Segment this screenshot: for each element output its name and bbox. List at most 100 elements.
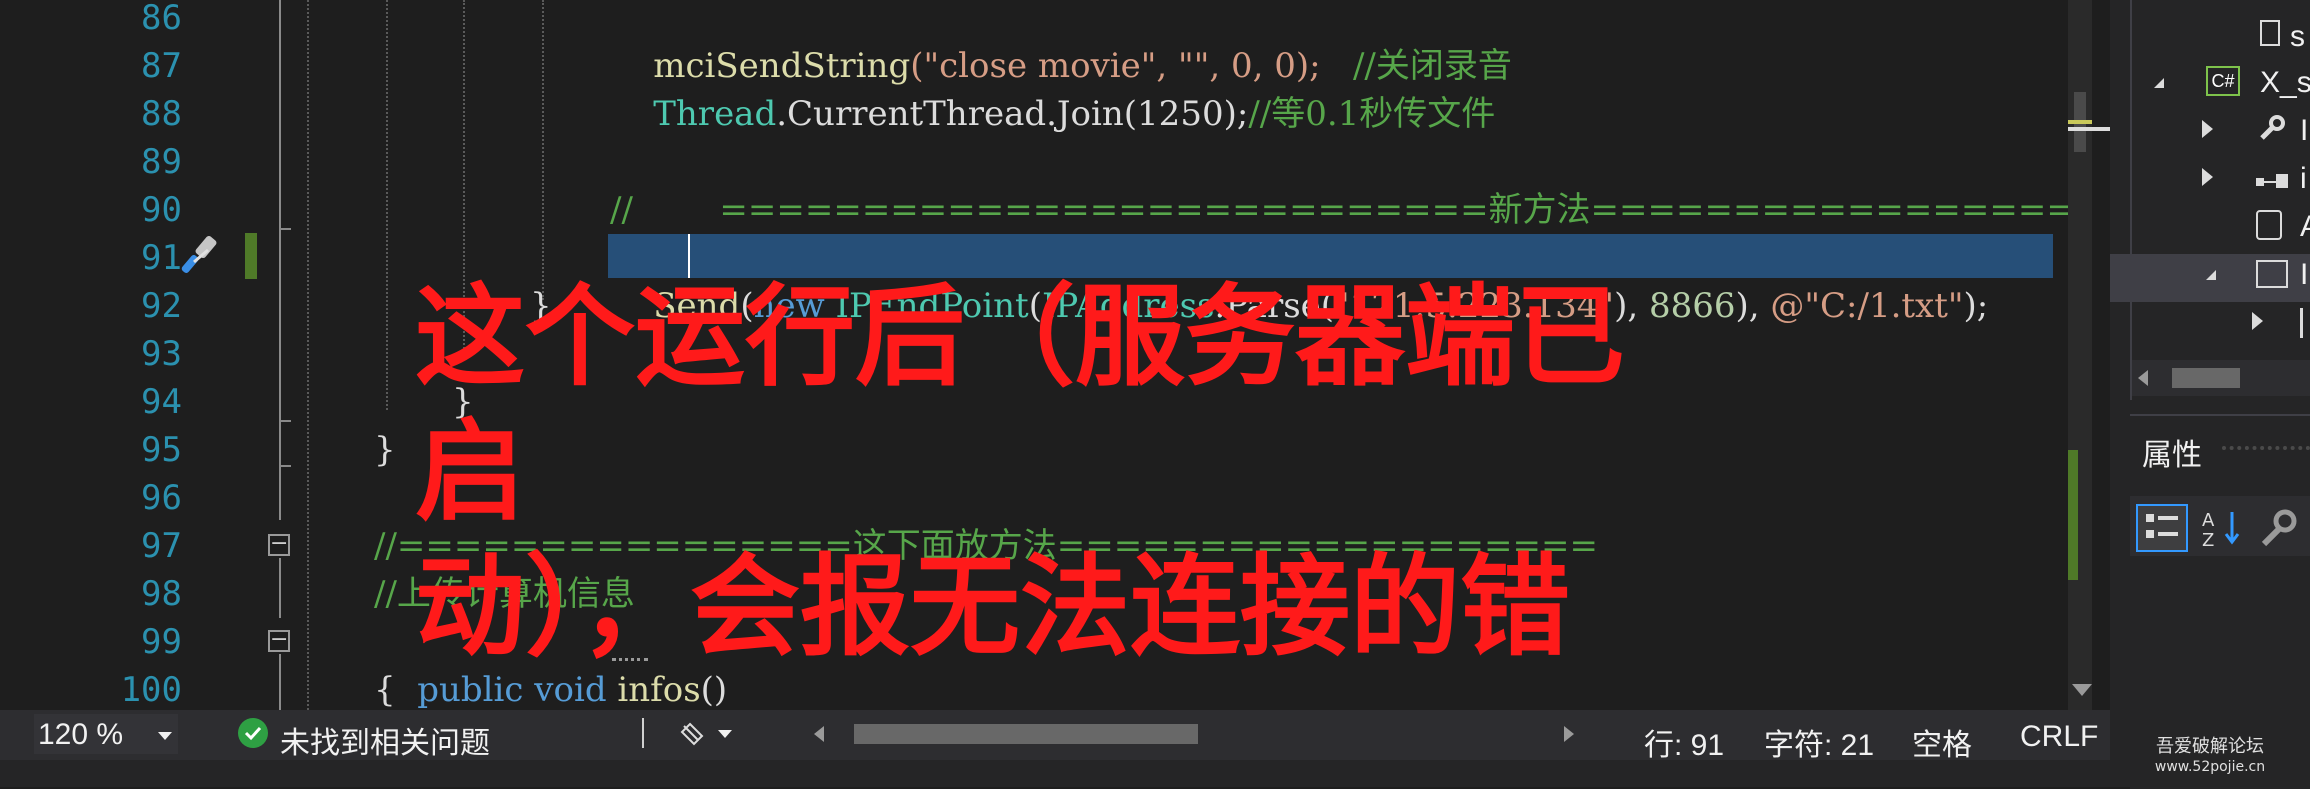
- code-token: Thread: [653, 94, 777, 134]
- watermark-url: www.52pojie.cn: [2154, 759, 2266, 775]
- explorer-horizontal-scrollbar[interactable]: [2132, 360, 2310, 396]
- code-token: .CurrentThread.Join(1250);: [776, 94, 1249, 134]
- line-number: 93: [141, 334, 182, 374]
- check-circle-icon: [238, 718, 268, 748]
- tree-item[interactable]: I: [2110, 110, 2310, 158]
- categorized-icon[interactable]: [2136, 504, 2188, 552]
- editor-status-bar: 120 % 未找到相关问题 行: 91 字符: 21 空格 CRLF: [0, 710, 2110, 762]
- code-cleanup-button[interactable]: [680, 716, 740, 750]
- code-line-95: }: [374, 430, 396, 470]
- horizontal-scroll-thumb[interactable]: [854, 724, 1198, 744]
- line-number: 92: [141, 286, 182, 326]
- fold-line-tick: [279, 465, 291, 467]
- line-number: 97: [141, 526, 182, 566]
- tree-item[interactable]: i: [2110, 158, 2310, 206]
- code-keyword: public: [417, 670, 524, 710]
- collapse-toggle[interactable]: −: [268, 629, 290, 652]
- tree-item-label: I: [2300, 114, 2309, 147]
- code-line-90: // ===========================新方法=======…: [610, 190, 2090, 230]
- zoom-dropdown[interactable]: 120 %: [34, 714, 178, 754]
- issues-text: 未找到相关问题: [280, 727, 490, 760]
- line-number: 91: [141, 238, 182, 278]
- code-line-87: Thread.CurrentThread.Join(1250);//等0.1秒传…: [610, 42, 1495, 186]
- explorer-scroll-thumb[interactable]: [2172, 368, 2240, 388]
- property-pages-icon[interactable]: [2256, 506, 2302, 550]
- properties-title: 属性: [2142, 439, 2202, 472]
- solution-explorer-panel: s C# X_s I i A I 属性: [2110, 0, 2310, 789]
- fold-line-tick: [279, 228, 291, 230]
- divider: [642, 718, 644, 748]
- config-file-icon: [2256, 210, 2282, 240]
- line-indicator[interactable]: 行: 91: [1644, 720, 1724, 764]
- indentation-indicator[interactable]: 空格: [1912, 720, 1972, 764]
- code-token: );: [1963, 286, 1989, 326]
- tree-item-selected[interactable]: I: [2110, 254, 2310, 302]
- svg-text:Z: Z: [2202, 530, 2214, 550]
- line-number: 100: [120, 670, 182, 710]
- line-ending-indicator[interactable]: CRLF: [2020, 720, 2098, 754]
- scroll-left-icon[interactable]: [2138, 370, 2148, 386]
- line-number: 96: [141, 478, 182, 518]
- line-number: 87: [141, 46, 182, 86]
- tree-item-project[interactable]: C# X_s: [2110, 62, 2310, 110]
- annotation-line-2: 动），会报无法连接的错: [415, 543, 1570, 671]
- collapse-toggle[interactable]: −: [268, 533, 290, 556]
- watermark: 吾爱破解论坛 www.52pojie.cn: [2110, 736, 2310, 776]
- wrench-icon: [2256, 114, 2286, 144]
- line-number: 86: [141, 0, 182, 38]
- tree-item-label: I: [2300, 258, 2309, 291]
- tree-item-label: X_s: [2260, 66, 2310, 99]
- scroll-down-icon[interactable]: [2072, 684, 2092, 696]
- tree-item[interactable]: A: [2110, 206, 2310, 254]
- expanded-arrow-icon[interactable]: [2154, 78, 2164, 88]
- references-icon: [2256, 166, 2290, 188]
- line-number: 94: [141, 382, 182, 422]
- alphabetical-sort-icon[interactable]: AZ: [2200, 506, 2246, 551]
- zoom-value: 120 %: [38, 718, 124, 751]
- code-token: infos: [606, 670, 701, 710]
- code-token: ),: [1735, 286, 1771, 326]
- scroll-right-icon[interactable]: [1564, 726, 1574, 742]
- title-grip: [2222, 446, 2310, 450]
- broom-icon: [680, 720, 704, 746]
- bottom-panel-edge: [0, 760, 2110, 787]
- change-overview-marker: [2068, 120, 2092, 124]
- fold-line: [279, 558, 281, 618]
- collapsed-arrow-icon[interactable]: [2202, 168, 2213, 186]
- properties-toolbar: AZ: [2130, 496, 2310, 556]
- tree-item[interactable]: [2110, 302, 2310, 350]
- change-overview-marker: [2068, 450, 2078, 580]
- line-number: 98: [141, 574, 182, 614]
- annotation-line-1: 这个运行后（服务器端已启: [415, 273, 1625, 536]
- fold-line: [279, 0, 281, 520]
- indent-guide: [307, 0, 309, 710]
- column-indicator[interactable]: 字符: 21: [1764, 720, 1874, 764]
- horizontal-scrollbar[interactable]: [810, 716, 1590, 752]
- tree-item[interactable]: s: [2110, 14, 2310, 62]
- line-number: 89: [141, 142, 182, 182]
- line-number: 95: [141, 430, 182, 470]
- vertical-scrollbar[interactable]: [2068, 0, 2112, 710]
- watermark-title: 吾爱破解论坛: [2156, 736, 2264, 757]
- line-number: 90: [141, 190, 182, 230]
- fold-line: [279, 654, 281, 710]
- collapsed-arrow-icon[interactable]: [2252, 312, 2263, 330]
- tree-item-label: s: [2290, 20, 2305, 53]
- fold-line-tick: [279, 420, 291, 422]
- line-number: 88: [141, 94, 182, 134]
- tree-item-label: A: [2300, 210, 2310, 244]
- caret-position-marker: [2068, 127, 2112, 131]
- code-string: @"C:/1.txt": [1770, 286, 1964, 326]
- collapsed-arrow-icon[interactable]: [2202, 120, 2213, 138]
- file-icon: [2260, 20, 2280, 46]
- change-marker: [245, 233, 257, 279]
- expanded-arrow-icon[interactable]: [2206, 270, 2216, 280]
- code-comment: //等0.1秒传文件: [1248, 94, 1496, 134]
- code-editor[interactable]: 86 87 88 89 90 91 92 93 94 95 96 97 98 99 100 − − mciS…: [0, 0, 2090, 710]
- properties-panel: 属性 AZ: [2130, 414, 2310, 789]
- screwdriver-icon[interactable]: [180, 232, 228, 280]
- annotation-overlay: 这个运行后（服务器端已启 动），会报无法连接的错: [415, 270, 1715, 675]
- scroll-left-icon[interactable]: [814, 726, 824, 742]
- tree-item-label: i: [2300, 162, 2307, 195]
- code-token: (): [700, 670, 728, 710]
